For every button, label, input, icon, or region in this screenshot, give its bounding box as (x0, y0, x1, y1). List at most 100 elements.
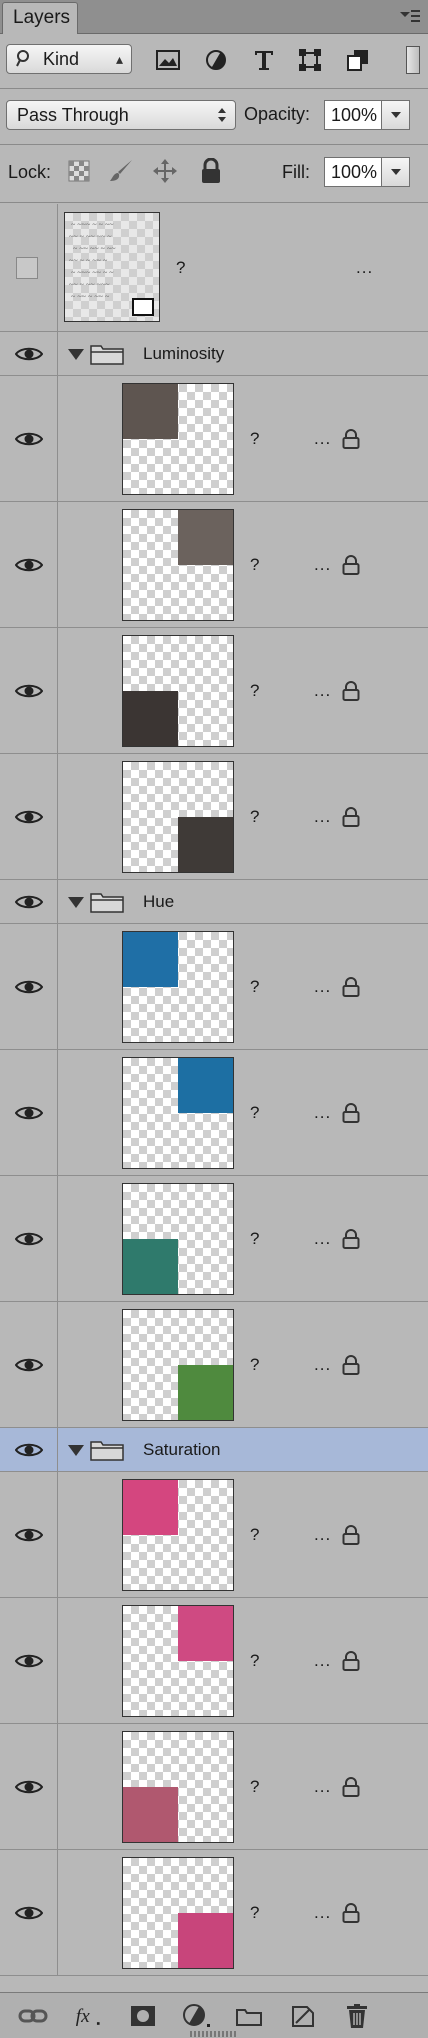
eye-icon[interactable] (14, 557, 44, 573)
resize-grip[interactable] (190, 2031, 238, 2037)
eye-icon[interactable] (14, 1105, 44, 1121)
layer-thumbnail[interactable] (122, 1309, 234, 1421)
layer-group-row[interactable]: Hue (0, 880, 428, 924)
layer-row[interactable]: ?... (0, 1850, 428, 1976)
layer-thumbnail[interactable] (122, 1605, 234, 1717)
layer-row[interactable]: ?... (0, 754, 428, 880)
adjustment-filter-icon[interactable] (202, 46, 230, 74)
visibility-column[interactable] (0, 880, 58, 923)
layer-row[interactable]: ?... (0, 1598, 428, 1724)
expand-triangle-icon[interactable] (68, 1445, 84, 1456)
eye-icon[interactable] (14, 1357, 44, 1373)
layer-name[interactable]: ? (250, 1229, 259, 1249)
layer-name[interactable]: ? (250, 1777, 259, 1797)
visibility-column[interactable] (0, 1176, 58, 1301)
layer-thumbnail[interactable] (122, 1857, 234, 1969)
eye-icon[interactable] (14, 1779, 44, 1795)
visibility-column[interactable] (0, 1850, 58, 1975)
visibility-column[interactable] (0, 628, 58, 753)
visibility-column[interactable] (0, 1302, 58, 1427)
tab-layers[interactable]: Layers (2, 2, 78, 34)
filter-kind-select[interactable]: Kind ▴ (6, 44, 132, 74)
layer-thumbnail[interactable] (122, 1479, 234, 1591)
visibility-column[interactable] (0, 376, 58, 501)
blend-mode-select[interactable]: Pass Through (6, 100, 236, 130)
layer-name[interactable]: ? (250, 807, 259, 827)
layer-group-row[interactable]: Luminosity (0, 332, 428, 376)
eye-icon[interactable] (14, 1442, 44, 1458)
adjustment-layer-icon[interactable] (182, 2003, 212, 2029)
layer-name[interactable]: ? (250, 681, 259, 701)
new-group-icon[interactable] (234, 2003, 264, 2029)
eye-icon[interactable] (14, 346, 44, 362)
layer-thumbnail[interactable] (122, 635, 234, 747)
eye-icon[interactable] (14, 1905, 44, 1921)
visibility-column[interactable] (0, 1472, 58, 1597)
layer-row[interactable]: ?... (0, 1302, 428, 1428)
lock-all-icon[interactable] (200, 157, 222, 184)
visibility-column[interactable] (0, 1428, 58, 1471)
smart-object-filter-icon[interactable] (344, 46, 372, 74)
layer-thumbnail[interactable] (122, 383, 234, 495)
type-filter-icon[interactable] (250, 46, 278, 74)
layer-name[interactable]: ? (250, 1355, 259, 1375)
eye-icon[interactable] (14, 809, 44, 825)
image-filter-icon[interactable] (154, 46, 182, 74)
visibility-column[interactable] (0, 204, 58, 331)
new-layer-icon[interactable] (288, 2003, 318, 2029)
visibility-column[interactable] (0, 1598, 58, 1723)
layer-name[interactable]: ? (176, 258, 185, 278)
layer-row[interactable]: ?... (0, 1176, 428, 1302)
visibility-column[interactable] (0, 754, 58, 879)
layer-name[interactable]: ? (250, 1103, 259, 1123)
layer-thumbnail[interactable] (122, 931, 234, 1043)
visibility-column[interactable] (0, 332, 58, 375)
filter-toggle-icon[interactable] (406, 46, 420, 74)
visibility-column[interactable] (0, 1724, 58, 1849)
fill-dropdown-button[interactable] (382, 157, 410, 187)
eye-icon[interactable] (14, 979, 44, 995)
panel-menu-icon[interactable] (396, 8, 422, 26)
eye-icon[interactable] (14, 1527, 44, 1543)
layer-thumbnail[interactable] (122, 1057, 234, 1169)
group-name[interactable]: Luminosity (143, 344, 224, 364)
layer-thumbnail[interactable] (122, 1183, 234, 1295)
layer-thumbnail[interactable] (122, 761, 234, 873)
layer-row[interactable]: ?... (0, 924, 428, 1050)
layer-row[interactable]: ?... (0, 1472, 428, 1598)
fill-input[interactable]: 100% (324, 157, 382, 187)
expand-triangle-icon[interactable] (68, 897, 84, 908)
eye-icon[interactable] (14, 683, 44, 699)
link-layers-icon[interactable] (18, 2003, 48, 2029)
opacity-input[interactable]: 100% (324, 100, 382, 130)
layer-row[interactable]: ?... (0, 628, 428, 754)
expand-triangle-icon[interactable] (68, 349, 84, 360)
visibility-toggle[interactable] (16, 257, 38, 279)
lock-image-pixels-icon[interactable] (108, 158, 134, 184)
layer-thumbnail[interactable] (122, 509, 234, 621)
layer-row[interactable]: ?... (0, 502, 428, 628)
layer-name[interactable]: ? (250, 555, 259, 575)
layer-name[interactable]: ? (250, 1903, 259, 1923)
group-name[interactable]: Hue (143, 892, 174, 912)
layer-row[interactable]: ~ ~~~ ~ ~ ~~ ~~ ~ ~~ ~~ ~ ~ ~~ ~~ ~ ~~ ~~ ~… (0, 204, 428, 332)
visibility-column[interactable] (0, 924, 58, 1049)
eye-icon[interactable] (14, 431, 44, 447)
layer-row[interactable]: ?... (0, 376, 428, 502)
eye-icon[interactable] (14, 1653, 44, 1669)
eye-icon[interactable] (14, 894, 44, 910)
layer-row[interactable]: ?... (0, 1724, 428, 1850)
group-name[interactable]: Saturation (143, 1440, 221, 1460)
shape-filter-icon[interactable] (296, 46, 324, 74)
layer-name[interactable]: ? (250, 1651, 259, 1671)
layer-mask-icon[interactable] (128, 2003, 158, 2029)
eye-icon[interactable] (14, 1231, 44, 1247)
lock-transparent-pixels-icon[interactable] (68, 160, 90, 182)
layer-group-row[interactable]: Saturation (0, 1428, 428, 1472)
fx-icon[interactable]: fx (74, 2003, 104, 2029)
layer-thumbnail[interactable] (122, 1731, 234, 1843)
visibility-column[interactable] (0, 1050, 58, 1175)
layer-name[interactable]: ? (250, 429, 259, 449)
visibility-column[interactable] (0, 502, 58, 627)
layer-row[interactable]: ?... (0, 1050, 428, 1176)
